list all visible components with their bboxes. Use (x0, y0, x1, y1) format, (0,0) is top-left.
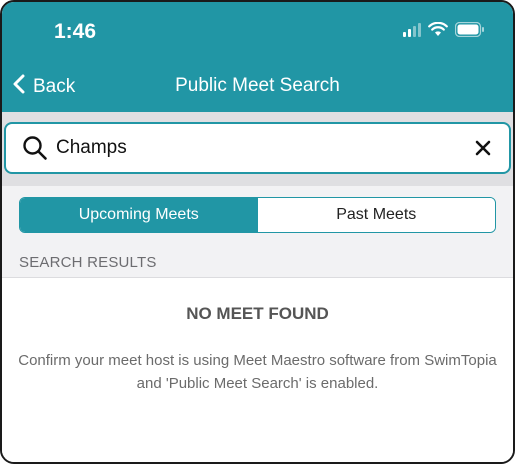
meet-filter-segment: Upcoming Meets Past Meets (19, 197, 496, 233)
wifi-icon (428, 22, 448, 37)
phone-screen: 1:46 Back Public Meet Search Champs Upco… (0, 0, 515, 464)
search-box[interactable] (4, 122, 511, 174)
section-header: SEARCH RESULTS (2, 248, 513, 278)
results-panel: NO MEET FOUND Confirm your meet host is … (2, 279, 513, 462)
app-header: 1:46 Back Public Meet Search (2, 2, 513, 112)
empty-title: NO MEET FOUND (186, 304, 329, 323)
signal-icon (403, 22, 421, 37)
status-icons (403, 22, 485, 37)
tab-upcoming-meets[interactable]: Upcoming Meets (20, 198, 258, 232)
battery-icon (455, 22, 485, 37)
segment-area: Upcoming Meets Past Meets (2, 186, 513, 248)
status-time: 1:46 (54, 20, 97, 43)
tab-past-meets[interactable]: Past Meets (257, 198, 495, 232)
close-icon[interactable] (471, 136, 495, 160)
search-icon (22, 135, 48, 161)
search-input[interactable] (56, 133, 416, 163)
page-title: Public Meet Search (175, 75, 340, 96)
empty-message: Confirm your meet host is using Meet Mae… (18, 352, 497, 392)
search-area (2, 112, 513, 186)
